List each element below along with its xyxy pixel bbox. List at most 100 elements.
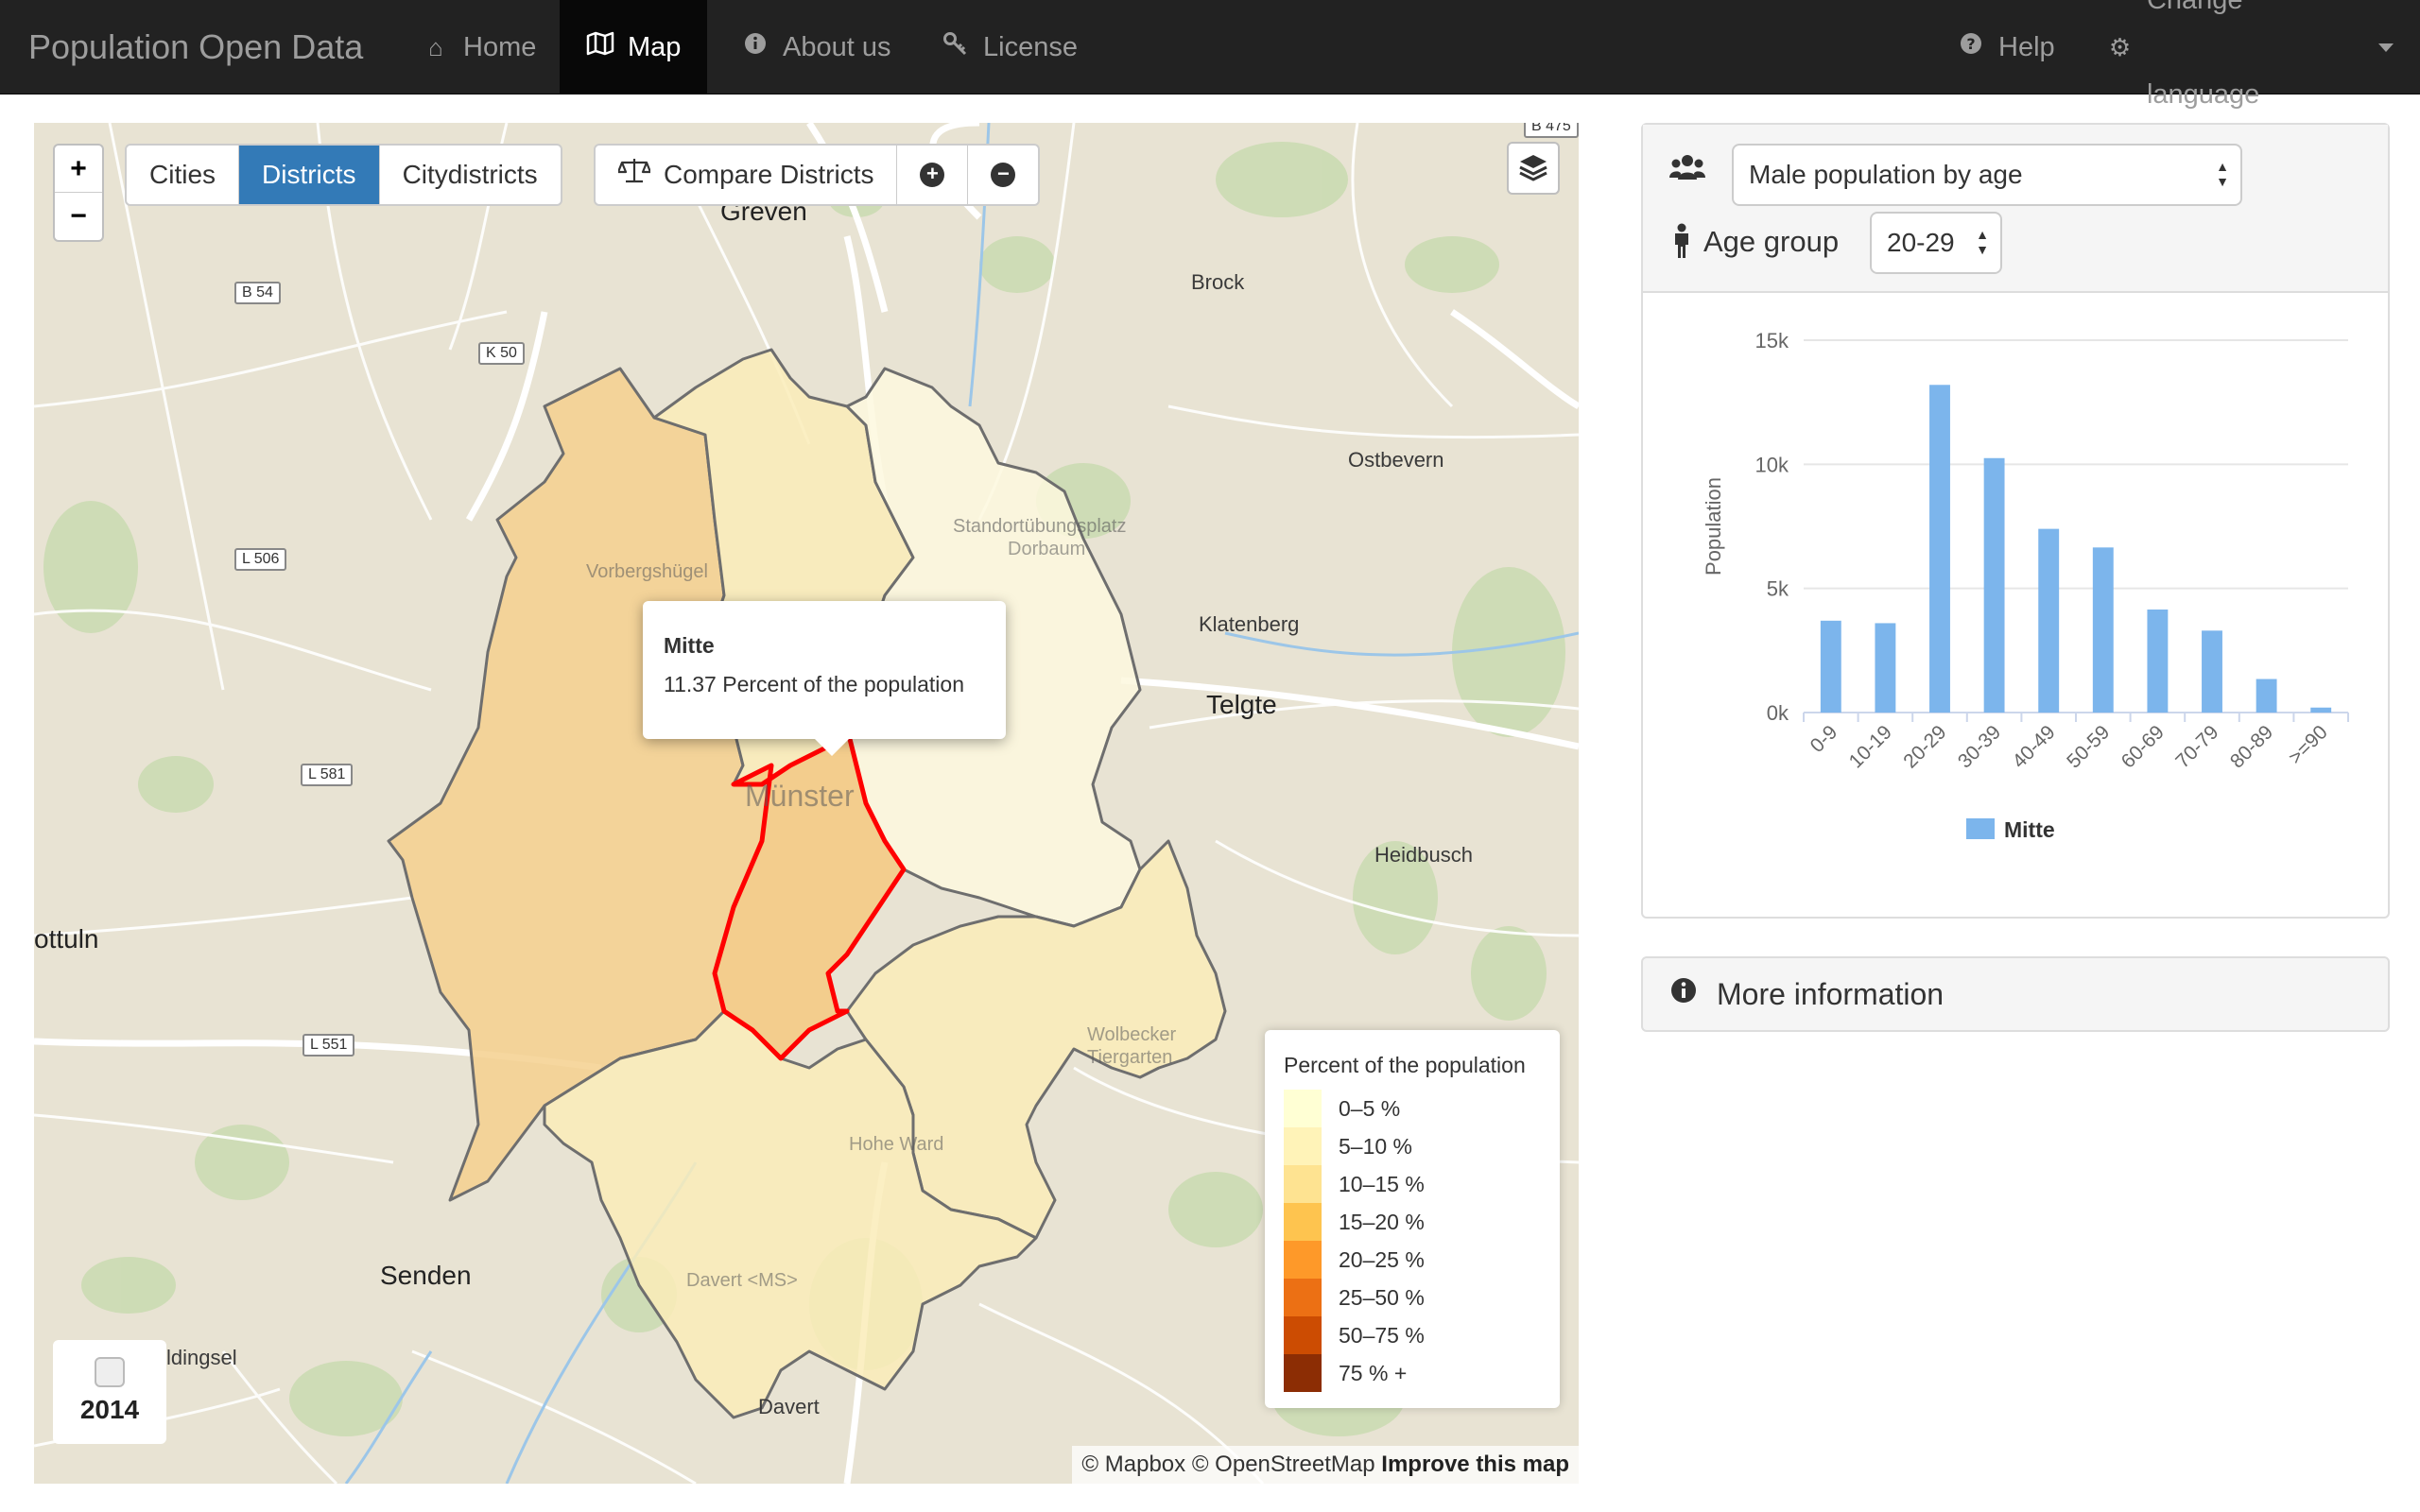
chart-bar [2202,630,2222,713]
legend-label: 5–10 % [1339,1133,1413,1159]
minus-circle-icon: − [991,163,1016,187]
nav-language-dropdown[interactable]: ⚙ Change language [2080,0,2420,110]
navbar: Population Open Data ⌂ Home Map About us… [0,0,2420,110]
place-label: Hohe Ward [849,1134,944,1155]
cities-button[interactable]: Cities [127,146,240,204]
osm-link[interactable]: © OpenStreetMap [1192,1452,1375,1477]
place-label: Dorbaum [1008,539,1086,559]
compare-districts-button[interactable]: Compare Districts [596,146,898,204]
year-label: 2014 [79,1395,140,1424]
y-tick-label: 15k [1755,329,1789,352]
place-label: ottuln [34,924,99,954]
legend-item: 20–25 % [1284,1241,1541,1279]
nav-language-label: Change language [2146,0,2260,110]
legend-item: 5–10 % [1284,1127,1541,1165]
legend-label: 20–25 % [1339,1246,1425,1272]
select-arrows-icon: ▲ ▼ [2216,159,2229,189]
y-axis-label: Population [1702,477,1725,576]
nav-license-label: License [983,32,1078,62]
chart-bar [2256,679,2277,713]
place-label: Münster [745,779,855,813]
place-label: Heidbusch [1374,843,1473,867]
remove-district-button[interactable]: − [968,146,1038,204]
map-icon [586,0,614,94]
age-chart-svg: 0k 5k 10k 15k Population 0-9 10-19 20-29 30-39 40… [1702,329,2349,842]
legend-swatch [1284,1090,1322,1127]
road-label: L 551 [302,1034,355,1057]
legend-label: 75 % + [1339,1360,1408,1385]
legend-item: 50–75 % [1284,1316,1541,1354]
chart-bar [1875,623,1896,713]
y-tick-label: 10k [1755,453,1789,476]
y-tick-label: 5k [1767,577,1789,601]
x-tick-label: 80-89 [2226,721,2277,772]
popup-tip [815,739,849,756]
x-tick-label: 30-39 [1954,721,2005,772]
place-label: Standortübungsplatz [953,516,1127,537]
legend-title: Percent of the population [1284,1053,1526,1077]
x-tick-label: 10-19 [1845,721,1896,772]
dataset-select[interactable]: Male population by age ▲ ▼ [1732,144,2242,206]
age-group-value: 20-29 [1887,228,1955,257]
zoom-in-button[interactable]: + [55,146,102,193]
map-view[interactable]: Greven Brock Ostbevern Telgte Heidbusch … [34,123,1579,1484]
key-icon [942,0,970,94]
place-label: ldingsel [166,1346,237,1369]
nav-home[interactable]: ⌂ Home [395,0,562,94]
legend-label: 10–15 % [1339,1171,1425,1196]
place-label: Davert [758,1395,820,1418]
legend-item: 75 % + [1284,1354,1541,1392]
chart-legend-swatch [1966,818,1995,839]
districts-button[interactable]: Districts [239,146,380,204]
place-label: Telgte [1206,690,1277,719]
more-information-panel[interactable]: More information [1641,956,2390,1032]
chart-bar [1983,457,2005,713]
year-slider-handle[interactable] [95,1357,125,1387]
question-icon: ? [1957,0,1985,94]
road-label: K 50 [478,342,525,365]
male-icon [1671,223,1692,264]
x-tick-label: 70-79 [2171,721,2222,772]
place-label: Klatenberg [1199,612,1300,636]
chart-bar [2147,609,2169,713]
citydistricts-button[interactable]: Citydistricts [380,146,561,204]
legend-item: 15–20 % [1284,1203,1541,1241]
nav-license[interactable]: License [915,0,1104,94]
legend-label: 50–75 % [1339,1322,1425,1348]
home-icon: ⌂ [428,33,443,61]
place-label: Vorbergshügel [586,561,708,582]
gears-icon: ⚙ [2108,33,2132,61]
place-label: Tiergarten [1087,1047,1173,1068]
nav-help[interactable]: ? Help [1930,0,2082,94]
x-tick-label: 20-29 [1899,721,1950,772]
age-chart: 0k 5k 10k 15k Population 0-9 10-19 20-29 30-39 40… [1643,295,2388,919]
chart-panel: Male population by age ▲ ▼ Age group 20-2… [1641,123,2390,919]
age-group-select[interactable]: 20-29 ▲ ▼ [1870,212,2002,274]
legend-swatch [1284,1279,1322,1316]
mapbox-link[interactable]: © Mapbox [1081,1452,1185,1477]
nav-about[interactable]: About us [715,0,917,94]
map-legend: Percent of the population 0–5 % 5–10 % 10–… [1265,1030,1560,1408]
legend-item: 0–5 % [1284,1090,1541,1127]
chevron-down-icon [2378,43,2394,52]
x-tick-label: >=90 [2285,721,2332,768]
nav-about-label: About us [783,32,891,62]
age-group-label: Age group [1703,225,1840,258]
road-label: L 506 [234,548,287,571]
brand[interactable]: Population Open Data [28,0,363,94]
layers-button[interactable] [1507,142,1560,195]
add-district-button[interactable]: + [897,146,969,204]
improve-map-link[interactable]: Improve this map [1381,1452,1569,1477]
legend-swatch [1284,1241,1322,1279]
zoom-out-button[interactable]: − [55,193,102,240]
chart-bar [2310,707,2332,713]
nav-map[interactable]: Map [560,0,708,94]
svg-text:?: ? [1966,35,1975,53]
chart-legend-label: Mitte [2004,817,2055,842]
plus-circle-icon: + [920,163,945,187]
x-tick-label: 60-69 [2118,721,2169,772]
info-icon [1669,976,1698,1012]
legend-swatch [1284,1127,1322,1165]
dataset-select-value: Male population by age [1749,160,2023,189]
balance-scale-icon [616,146,652,204]
